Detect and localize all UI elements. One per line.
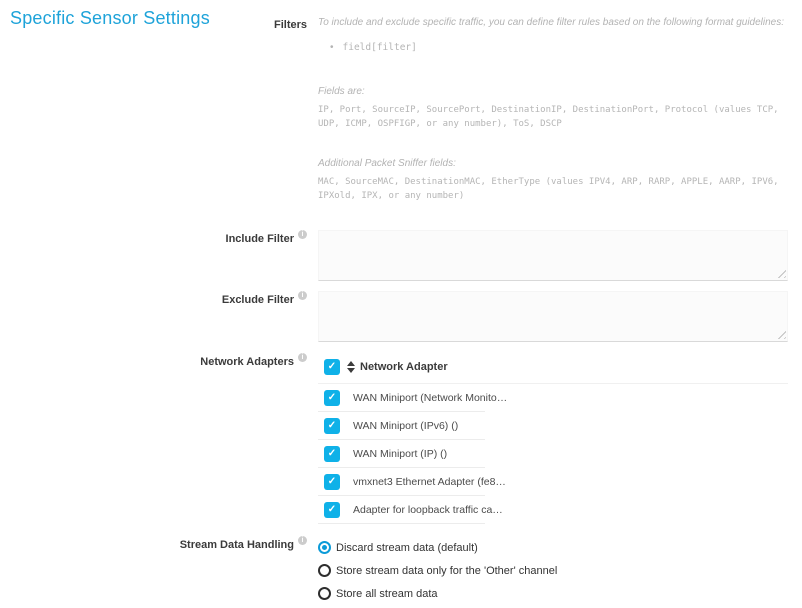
include-filter-label-col: Include Filter i	[0, 230, 307, 246]
stream-data-handling-options: Discard stream data (default) Store stre…	[318, 536, 788, 605]
additional-fields-label: Additional Packet Sniffer fields:	[318, 157, 788, 171]
filter-format-code: field[filter]	[343, 41, 417, 55]
table-row: ✓ WAN Miniport (Network Monito…	[318, 384, 485, 412]
fields-list: IP, Port, SourceIP, SourcePort, Destinat…	[318, 103, 788, 131]
checkmark-icon: ✓	[328, 421, 336, 431]
adapter-column-header: Network Adapter	[360, 361, 448, 373]
radio-option-discard[interactable]: Discard stream data (default)	[318, 536, 788, 559]
network-adapters-label: Network Adapters	[200, 355, 294, 369]
filters-row: Filters To include and exclude specific …	[0, 16, 802, 203]
exclude-filter-row: Exclude Filter i	[0, 291, 802, 342]
checkmark-icon: ✓	[328, 393, 336, 403]
exclude-filter-content	[318, 291, 788, 342]
adapter-name: WAN Miniport (Network Monito…	[353, 392, 507, 404]
checkmark-icon: ✓	[328, 449, 336, 459]
checkmark-icon: ✓	[328, 505, 336, 515]
adapter-table-header: ✓ Network Adapter	[318, 353, 788, 384]
adapter-checkbox[interactable]: ✓	[324, 474, 340, 490]
table-row: ✓ WAN Miniport (IPv6) ()	[318, 412, 485, 440]
radio-label: Store all stream data	[336, 588, 438, 600]
radio-label: Discard stream data (default)	[336, 542, 478, 554]
adapter-name: WAN Miniport (IPv6) ()	[353, 420, 458, 432]
exclude-filter-label: Exclude Filter	[222, 293, 294, 307]
adapter-name: vmxnet3 Ethernet Adapter (fe8…	[353, 476, 506, 488]
adapter-checkbox[interactable]: ✓	[324, 390, 340, 406]
stream-data-handling-row: Stream Data Handling i Discard stream da…	[0, 536, 802, 605]
filters-description: To include and exclude specific traffic,…	[318, 16, 788, 203]
network-adapters-table: ✓ Network Adapter ✓ WAN Miniport (Networ…	[318, 353, 788, 524]
stream-data-handling-label: Stream Data Handling	[180, 538, 294, 552]
filters-label: Filters	[274, 18, 307, 32]
adapter-rows: ✓ WAN Miniport (Network Monito… ✓ WAN Mi…	[318, 384, 485, 524]
info-icon[interactable]: i	[298, 230, 307, 239]
network-adapters-row: Network Adapters i ✓ Network Adapter ✓ W…	[0, 353, 802, 524]
specific-sensor-settings-page: Specific Sensor Settings Filters To incl…	[0, 0, 802, 608]
adapter-name: WAN Miniport (IP) ()	[353, 448, 447, 460]
radio-icon[interactable]	[318, 564, 331, 577]
select-all-checkbox[interactable]: ✓	[324, 359, 340, 375]
adapter-checkbox[interactable]: ✓	[324, 446, 340, 462]
radio-icon[interactable]	[318, 541, 331, 554]
checkmark-icon: ✓	[328, 477, 336, 487]
network-adapters-label-col: Network Adapters i	[0, 353, 307, 369]
sort-icon[interactable]	[347, 361, 355, 373]
include-filter-label: Include Filter	[226, 232, 294, 246]
additional-fields-list: MAC, SourceMAC, DestinationMAC, EtherTyp…	[318, 175, 788, 203]
settings-form: Filters To include and exclude specific …	[0, 0, 802, 605]
filters-intro-text: To include and exclude specific traffic,…	[318, 16, 788, 30]
stream-data-handling-label-col: Stream Data Handling i	[0, 536, 307, 552]
include-filter-content	[318, 230, 788, 281]
table-row: ✓ vmxnet3 Ethernet Adapter (fe8…	[318, 468, 485, 496]
table-row: ✓ WAN Miniport (IP) ()	[318, 440, 485, 468]
fields-are-label: Fields are:	[318, 85, 788, 99]
radio-option-store-all[interactable]: Store all stream data	[318, 582, 788, 605]
include-filter-input[interactable]	[318, 230, 788, 281]
adapter-name: Adapter for loopback traffic ca…	[353, 504, 503, 516]
exclude-filter-input[interactable]	[318, 291, 788, 342]
info-icon[interactable]: i	[298, 353, 307, 362]
filter-format-item: • field[filter]	[318, 41, 788, 55]
exclude-filter-label-col: Exclude Filter i	[0, 291, 307, 307]
adapter-checkbox[interactable]: ✓	[324, 502, 340, 518]
include-filter-row: Include Filter i	[0, 230, 802, 281]
info-icon[interactable]: i	[298, 291, 307, 300]
checkmark-icon: ✓	[328, 362, 336, 372]
radio-icon[interactable]	[318, 587, 331, 600]
include-filter-field-wrap	[318, 230, 788, 281]
adapter-checkbox[interactable]: ✓	[324, 418, 340, 434]
table-row: ✓ Adapter for loopback traffic ca…	[318, 496, 485, 524]
bullet-icon: •	[330, 41, 334, 55]
radio-label: Store stream data only for the 'Other' c…	[336, 565, 557, 577]
info-icon[interactable]: i	[298, 536, 307, 545]
exclude-filter-field-wrap	[318, 291, 788, 342]
page-title: Specific Sensor Settings	[10, 8, 210, 29]
radio-option-store-other[interactable]: Store stream data only for the 'Other' c…	[318, 559, 788, 582]
